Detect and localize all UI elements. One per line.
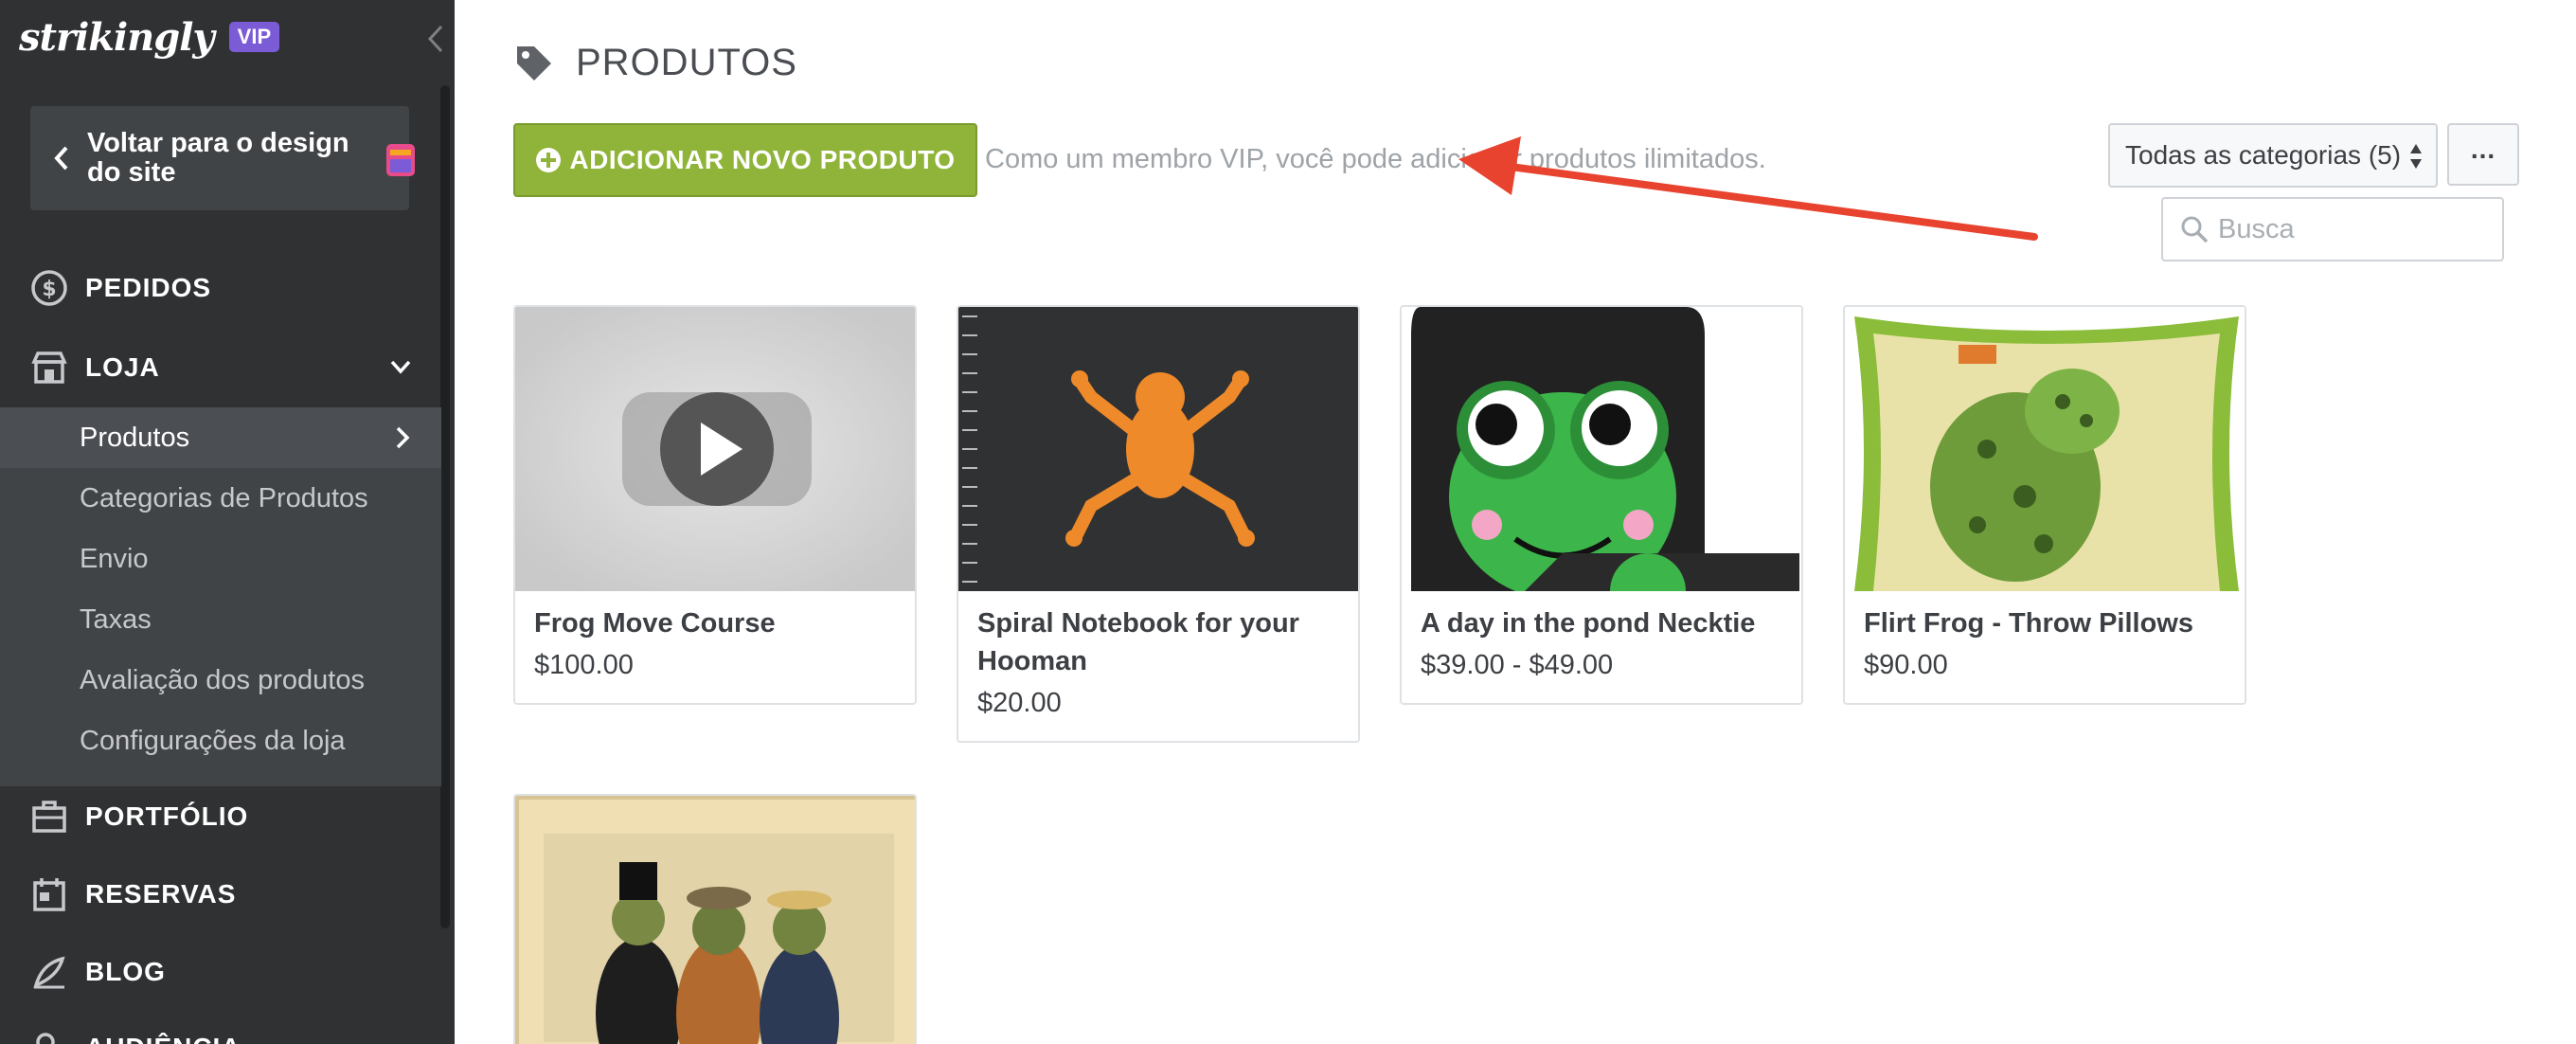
product-card[interactable]: A day in the pond Necktie $39.00 - $49.0… xyxy=(1400,305,1803,705)
frog-pillow-image xyxy=(1845,307,2245,591)
submenu-item-envio[interactable]: Envio xyxy=(0,529,441,589)
product-name: Spiral Notebook for your Hooman xyxy=(977,608,1299,676)
users-icon xyxy=(30,1029,68,1044)
plus-circle-icon xyxy=(536,148,562,172)
notebook-frog-image xyxy=(958,307,1358,591)
sidebar-scrollbar[interactable] xyxy=(440,85,450,928)
search-input[interactable] xyxy=(2218,213,2493,245)
product-card[interactable] xyxy=(513,794,917,1044)
category-select-value: Todas as categorias (5) xyxy=(2125,140,2402,170)
category-select[interactable]: Todas as categorias (5) xyxy=(2108,123,2438,188)
product-card[interactable]: Spiral Notebook for your Hooman $20.00 xyxy=(957,305,1360,743)
pen-icon xyxy=(30,953,68,991)
product-thumbnail xyxy=(515,307,915,591)
back-to-site-design-button[interactable]: Voltar para o design do site xyxy=(30,106,415,210)
vip-badge: VIP xyxy=(228,22,280,52)
submenu-item-label: Configurações da loja xyxy=(80,725,346,756)
nav-item-label: AUDIÊNCIA xyxy=(85,1033,242,1044)
dollar-circle-icon: $ xyxy=(30,269,68,307)
submenu-item-label: Taxas xyxy=(80,603,152,635)
product-name: A day in the pond Necktie xyxy=(1421,608,1756,639)
calendar-icon xyxy=(30,875,68,913)
search-field[interactable] xyxy=(2161,197,2504,261)
submenu-item-label: Produtos xyxy=(80,422,190,453)
nav-item-label: PEDIDOS xyxy=(85,273,212,302)
nav-item-blog[interactable]: BLOG xyxy=(0,934,441,1010)
chevron-down-icon[interactable] xyxy=(386,352,415,381)
briefcase-icon xyxy=(30,798,68,836)
product-price: $100.00 xyxy=(534,650,634,680)
nav-item-label: BLOG xyxy=(85,957,166,986)
collapse-sidebar-icon[interactable] xyxy=(424,23,447,55)
product-name: Flirt Frog - Throw Pillows xyxy=(1864,608,2193,639)
product-thumbnail xyxy=(1845,307,2245,591)
more-options-button[interactable]: ... xyxy=(2447,123,2519,186)
store-icon xyxy=(30,349,68,387)
select-updown-icon xyxy=(2410,144,2422,169)
main-content: PRODUTOS ADICIONAR NOVO PRODUTO Como um … xyxy=(455,0,2576,1044)
brand: strikingly VIP xyxy=(19,13,280,61)
product-name: Frog Move Course xyxy=(534,608,776,639)
vintage-frogs-image xyxy=(515,796,915,1044)
search-icon xyxy=(2181,216,2209,243)
chevron-left-icon xyxy=(54,146,68,171)
nav-item-portfolio[interactable]: PORTFÓLIO xyxy=(0,779,441,855)
strikingly-logo[interactable]: strikingly xyxy=(19,15,215,60)
product-thumbnail xyxy=(958,307,1358,591)
product-price: $20.00 xyxy=(977,688,1062,718)
add-new-product-button[interactable]: ADICIONAR NOVO PRODUTO xyxy=(513,123,977,197)
add-new-product-label: ADICIONAR NOVO PRODUTO xyxy=(569,145,956,174)
video-placeholder-image xyxy=(515,307,915,591)
product-thumbnail xyxy=(515,796,915,1044)
product-price: $39.00 - $49.00 xyxy=(1421,650,1614,680)
submenu-item-label: Avaliação dos produtos xyxy=(80,664,365,695)
back-to-site-design-label: Voltar para o design do site xyxy=(87,128,349,188)
store-submenu: Produtos Categorias de Produtos Envio Ta… xyxy=(0,407,441,786)
submenu-item-categorias[interactable]: Categorias de Produtos xyxy=(0,468,441,529)
product-card[interactable]: Flirt Frog - Throw Pillows $90.00 xyxy=(1843,305,2246,705)
product-thumbnail xyxy=(1402,307,1801,591)
nav-item-audiencia[interactable]: AUDIÊNCIA xyxy=(0,1010,441,1044)
nav-item-reservas[interactable]: RESERVAS xyxy=(0,856,441,932)
nav-item-pedidos[interactable]: $ PEDIDOS xyxy=(0,250,441,326)
site-editor-app-icon xyxy=(386,144,415,176)
submenu-item-avaliacao[interactable]: Avaliação dos produtos xyxy=(0,650,441,711)
nav-item-label: RESERVAS xyxy=(85,879,237,909)
annotation-arrow-icon xyxy=(1458,136,2038,241)
page-title: PRODUTOS xyxy=(576,42,797,83)
chevron-right-icon xyxy=(396,426,410,449)
page-header: PRODUTOS xyxy=(513,42,797,84)
submenu-item-configuracoes[interactable]: Configurações da loja xyxy=(0,711,441,771)
nav-item-label: LOJA xyxy=(85,352,160,382)
product-card[interactable]: Frog Move Course $100.00 xyxy=(513,305,917,705)
nav-item-loja[interactable]: LOJA xyxy=(0,330,441,405)
tag-icon xyxy=(517,45,551,81)
svg-text:$: $ xyxy=(42,278,56,301)
submenu-item-produtos[interactable]: Produtos xyxy=(0,407,441,468)
submenu-item-label: Categorias de Produtos xyxy=(80,482,368,513)
submenu-item-label: Envio xyxy=(80,543,149,574)
frog-mat-image xyxy=(1402,307,1801,591)
product-price: $90.00 xyxy=(1864,650,1948,680)
nav-item-label: PORTFÓLIO xyxy=(85,801,249,831)
sidebar: strikingly VIP Voltar para o design do s… xyxy=(0,0,455,1044)
submenu-item-taxas[interactable]: Taxas xyxy=(0,589,441,650)
